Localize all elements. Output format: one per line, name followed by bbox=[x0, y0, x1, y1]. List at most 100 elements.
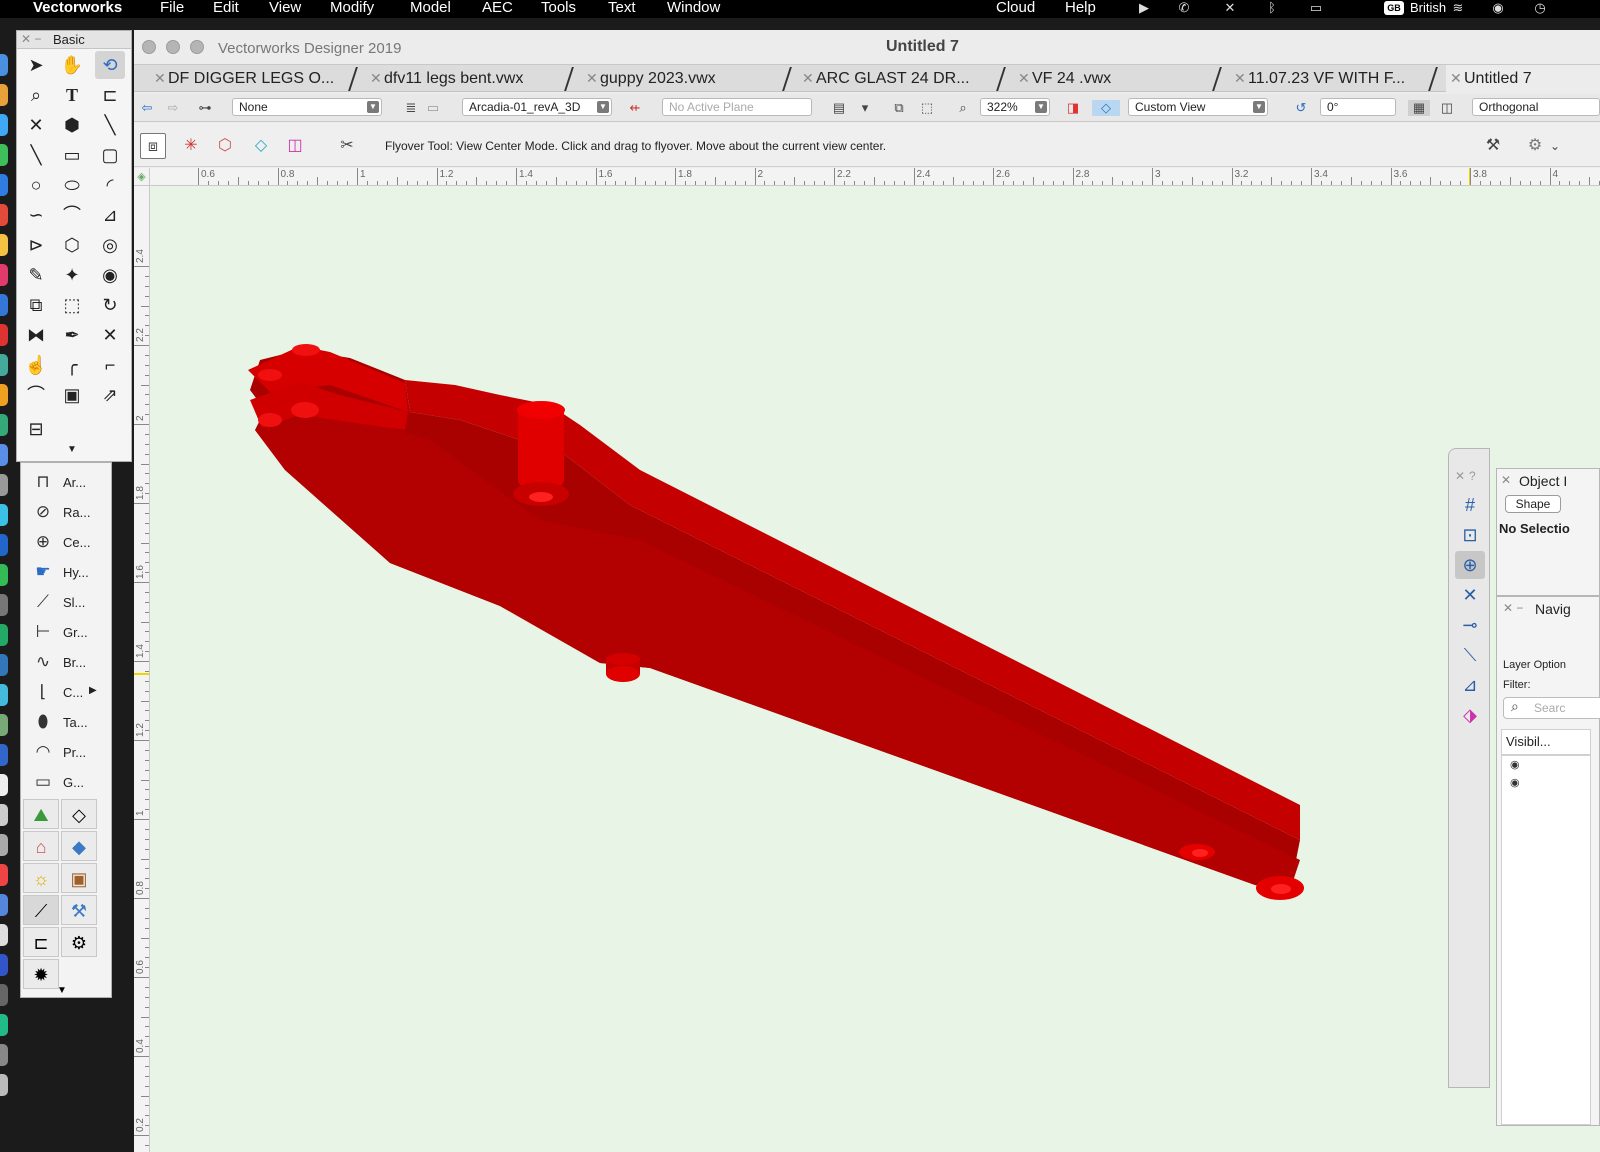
layer-options-label[interactable]: Layer Option bbox=[1503, 659, 1566, 671]
working-plane-snap-icon[interactable]: ⬗ bbox=[1455, 701, 1485, 729]
snap-to-grid-icon[interactable]: # bbox=[1455, 491, 1485, 519]
tab-11-07-23-vf[interactable]: ✕ 11.07.23 VF WITH F... bbox=[1230, 65, 1430, 92]
toolset-general-note[interactable]: ▭ G... bbox=[21, 767, 111, 797]
detailing-toolset-icon[interactable]: ⟋ bbox=[23, 895, 59, 925]
mute-icon[interactable]: ✕ bbox=[1222, 1, 1238, 15]
lighting-toolset-icon[interactable]: ☼ bbox=[23, 863, 59, 893]
dimension-tool-icon[interactable]: ✕ bbox=[21, 111, 51, 139]
snap-to-object-icon[interactable]: ⊡ bbox=[1455, 521, 1485, 549]
fillet-tool-icon[interactable]: ╭ bbox=[57, 351, 87, 379]
menu-tools[interactable]: Tools bbox=[541, 0, 576, 16]
tab-dfv11-legs-bent[interactable]: ✕ dfv11 legs bent.vwx bbox=[366, 65, 566, 92]
dock-app-icon[interactable] bbox=[0, 1074, 8, 1096]
pan-tool-icon[interactable]: ✋ bbox=[57, 51, 87, 79]
symbol-insertion-icon[interactable]: ⊟ bbox=[21, 415, 51, 443]
visibility-column-header[interactable]: Visibil... bbox=[1501, 729, 1591, 755]
excavator-arm-model[interactable] bbox=[150, 186, 1600, 1152]
menu-aec[interactable]: AEC bbox=[482, 0, 513, 16]
dock-app-icon[interactable] bbox=[0, 924, 8, 946]
toolset-arc-dimension[interactable]: ⊓ Ar... bbox=[21, 467, 111, 497]
view-select[interactable]: Custom View ▼ bbox=[1128, 98, 1268, 116]
double-line-tool-icon[interactable]: ╲ bbox=[21, 141, 51, 169]
eye-icon[interactable]: ◉ bbox=[1510, 776, 1524, 789]
fasteners-toolset-icon[interactable]: ⊏ bbox=[23, 927, 59, 957]
standard-view-icon[interactable]: ◇ bbox=[1092, 100, 1120, 116]
dock-app-icon[interactable] bbox=[0, 144, 8, 166]
cube-mode-icon[interactable]: ⬡ bbox=[212, 133, 238, 159]
view-plane-icon[interactable]: ◨ bbox=[1064, 100, 1082, 116]
toolset-protractor[interactable]: ◠ Pr... bbox=[21, 737, 111, 767]
close-tab-icon[interactable]: ✕ bbox=[1234, 65, 1246, 92]
dock-app-icon[interactable] bbox=[0, 204, 8, 226]
double-line-polygon-icon[interactable]: ⊳ bbox=[21, 231, 51, 259]
move-by-points-icon[interactable]: ⧉ bbox=[21, 291, 51, 319]
chevron-down-icon[interactable]: ⌄ bbox=[1542, 133, 1568, 159]
clock-icon[interactable]: ◷ bbox=[1532, 1, 1548, 15]
close-tab-icon[interactable]: ✕ bbox=[1450, 65, 1462, 92]
snap-settings-icon[interactable]: ⚒ bbox=[1480, 133, 1506, 159]
layers-icon[interactable]: ≣ bbox=[402, 100, 420, 116]
split-tool-icon[interactable]: ☝ bbox=[21, 351, 51, 379]
selection-tool-icon[interactable]: ➤ bbox=[21, 51, 51, 79]
close-tab-icon[interactable]: ✕ bbox=[586, 65, 598, 92]
dock-app-icon[interactable] bbox=[0, 564, 8, 586]
callout-tool-icon[interactable]: ⊏ bbox=[95, 81, 125, 109]
smart-edge-icon[interactable]: ⟍ bbox=[1455, 641, 1485, 669]
close-palette-icon[interactable]: ✕ − bbox=[21, 32, 41, 46]
dock-app-icon[interactable] bbox=[0, 1014, 8, 1036]
toolset-center-mark[interactable]: ⊕ Ce... bbox=[21, 527, 111, 557]
dock-app-icon[interactable] bbox=[0, 984, 8, 1006]
mirror-tool-icon[interactable]: ⧓ bbox=[21, 321, 51, 349]
dock-app-icon[interactable] bbox=[0, 894, 8, 916]
input-badge[interactable]: GB bbox=[1384, 1, 1404, 15]
zoom-window-button[interactable] bbox=[190, 40, 204, 54]
close-palette-icon[interactable]: ✕ − bbox=[1503, 601, 1523, 615]
dock-app-icon[interactable] bbox=[0, 864, 8, 886]
toolset-grid-axis[interactable]: ⊢ Gr... bbox=[21, 617, 111, 647]
play-icon[interactable]: ▶ bbox=[1136, 1, 1152, 15]
dock-app-icon[interactable] bbox=[0, 714, 8, 736]
vertical-ruler[interactable]: 2.4 2.2 2 1.8 1.6 1.4 1.2 1 0.8 0.6 0.4 0.2 bbox=[134, 186, 150, 1152]
menu-file[interactable]: File bbox=[160, 0, 184, 16]
eyedropper-tool-icon[interactable]: ✎ bbox=[21, 261, 51, 289]
toolset-break-line[interactable]: ∿ Br... bbox=[21, 647, 111, 677]
tab-df-digger-legs[interactable]: ✕ DF DIGGER LEGS O... bbox=[150, 65, 350, 92]
tab-arc-glast-24[interactable]: ✕ ARC GLAST 24 DR... bbox=[798, 65, 998, 92]
snap-to-angle-icon[interactable]: ⊕ bbox=[1455, 551, 1485, 579]
text-tool-icon[interactable]: T bbox=[57, 81, 87, 109]
rotate-view-icon[interactable]: ↺ bbox=[1292, 100, 1310, 116]
polyline-tool-icon[interactable]: ⌒ bbox=[57, 201, 87, 229]
snap-tangent-icon[interactable]: ⊿ bbox=[1455, 671, 1485, 699]
fit-to-objects-icon[interactable]: ⧉ bbox=[890, 100, 908, 116]
zoom-icon[interactable]: ⌕ bbox=[954, 100, 972, 116]
dock-app-icon[interactable] bbox=[0, 414, 8, 436]
origin-mode-icon[interactable]: ✳ bbox=[178, 133, 204, 159]
close-window-button[interactable] bbox=[142, 40, 156, 54]
page-icon[interactable]: ▤ bbox=[830, 100, 848, 116]
dock-app-icon[interactable] bbox=[0, 264, 8, 286]
close-tab-icon[interactable]: ✕ bbox=[802, 65, 814, 92]
circle-tool-icon[interactable]: ○ bbox=[21, 171, 51, 199]
arc-tool-icon[interactable]: ◜ bbox=[95, 171, 125, 199]
menu-app-name[interactable]: Vectorworks bbox=[33, 0, 122, 16]
dock-app-icon[interactable] bbox=[0, 54, 8, 76]
plane-mode-icon[interactable]: ◇ bbox=[248, 133, 274, 159]
palette-expand-icon[interactable]: ▼ bbox=[57, 985, 67, 996]
furniture-toolset-icon[interactable]: ▣ bbox=[61, 863, 97, 893]
back-arrow-icon[interactable]: ⇦ bbox=[138, 100, 156, 116]
polygon-tool-icon[interactable]: ⊿ bbox=[95, 201, 125, 229]
dock-app-icon[interactable] bbox=[0, 474, 8, 496]
tab-guppy-2023[interactable]: ✕ guppy 2023.vwx bbox=[582, 65, 782, 92]
fit-to-page-icon[interactable]: ⬚ bbox=[918, 100, 936, 116]
wifi-icon[interactable]: ≋ bbox=[1450, 1, 1466, 15]
attribute-mapping-icon[interactable]: ⬢ bbox=[57, 111, 87, 139]
visibility-tool-icon[interactable]: ◉ bbox=[95, 261, 125, 289]
view-center-mode-icon[interactable]: ⧈ bbox=[140, 133, 166, 159]
active-plane-select[interactable]: No Active Plane bbox=[662, 98, 812, 116]
phone-icon[interactable]: ✆ bbox=[1176, 1, 1192, 15]
site-planning-toolset-icon[interactable]: ⛰ bbox=[23, 799, 59, 829]
dock-app-icon[interactable] bbox=[0, 774, 8, 796]
toolset-hyperlink[interactable]: ☛ Hy... bbox=[21, 557, 111, 587]
tab-vf-24[interactable]: ✕ VF 24 .vwx bbox=[1014, 65, 1214, 92]
dock-app-icon[interactable] bbox=[0, 174, 8, 196]
